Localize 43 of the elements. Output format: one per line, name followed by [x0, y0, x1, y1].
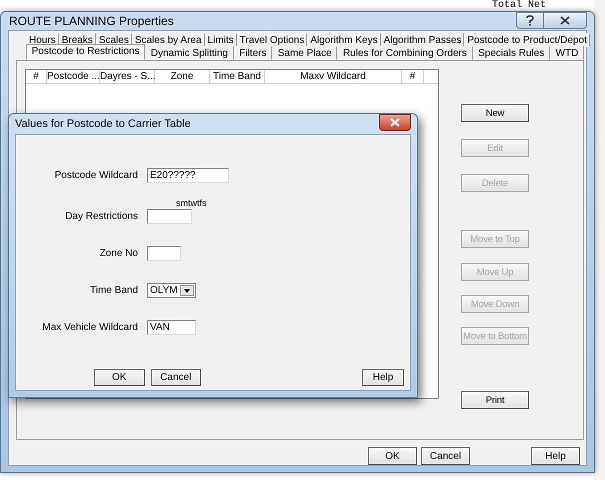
tab[interactable]: Algorithm Keys — [307, 33, 381, 47]
button[interactable]: Help — [531, 447, 580, 465]
tab[interactable]: Postcode to Restrictions — [26, 44, 146, 60]
column-header[interactable]: Maxv Wildcard — [265, 70, 402, 83]
button[interactable]: Cancel — [421, 447, 470, 465]
dropdown-arrow-icon — [184, 288, 190, 292]
column-header[interactable]: Dayres - S... — [100, 70, 155, 83]
button[interactable]: OK — [94, 369, 145, 386]
hint-text: smtwtfs — [176, 197, 206, 209]
button[interactable]: New — [461, 104, 529, 122]
field-label: Postcode Wildcard — [54, 169, 139, 183]
dropdown-field[interactable]: OLYM — [147, 283, 196, 298]
tab[interactable]: Limits — [204, 33, 237, 47]
button[interactable]: Cancel — [150, 369, 202, 386]
tab[interactable]: Specials Rules — [472, 46, 550, 60]
window-title: ROUTE PLANNING Properties — [8, 13, 174, 30]
close-icon — [560, 16, 570, 25]
column-header[interactable]: Postcode ... — [47, 70, 100, 83]
dialog-title: Values for Postcode to Carrier Table — [15, 116, 191, 132]
close-button[interactable] — [379, 114, 411, 131]
close-button[interactable] — [544, 12, 587, 29]
tab[interactable]: Travel Options — [236, 33, 308, 47]
field-label: Time Band — [89, 284, 139, 298]
column-header[interactable]: Zone — [155, 70, 210, 83]
button[interactable]: OK — [368, 447, 417, 465]
field-label: Day Restrictions — [64, 210, 139, 224]
input-field[interactable]: E20????? — [147, 168, 229, 183]
help-icon — [526, 15, 534, 26]
field-label: Max Vehicle Wildcard — [41, 321, 139, 335]
background-text: Total Net — [492, 0, 546, 11]
close-icon — [390, 118, 400, 127]
input-field[interactable]: VAN — [147, 320, 196, 335]
tab[interactable]: Filters — [234, 46, 272, 60]
column-header[interactable]: Time Band — [210, 70, 265, 83]
button[interactable]: Print — [461, 391, 529, 409]
tab[interactable]: Algorithm Passes — [380, 33, 464, 47]
field-label: Zone No — [98, 247, 139, 261]
button[interactable]: Help — [362, 369, 404, 386]
column-header[interactable]: # — [402, 70, 424, 83]
input-field[interactable] — [147, 246, 181, 261]
input-field[interactable] — [147, 209, 192, 224]
help-button[interactable] — [516, 12, 544, 29]
column-header[interactable]: # — [26, 70, 47, 83]
